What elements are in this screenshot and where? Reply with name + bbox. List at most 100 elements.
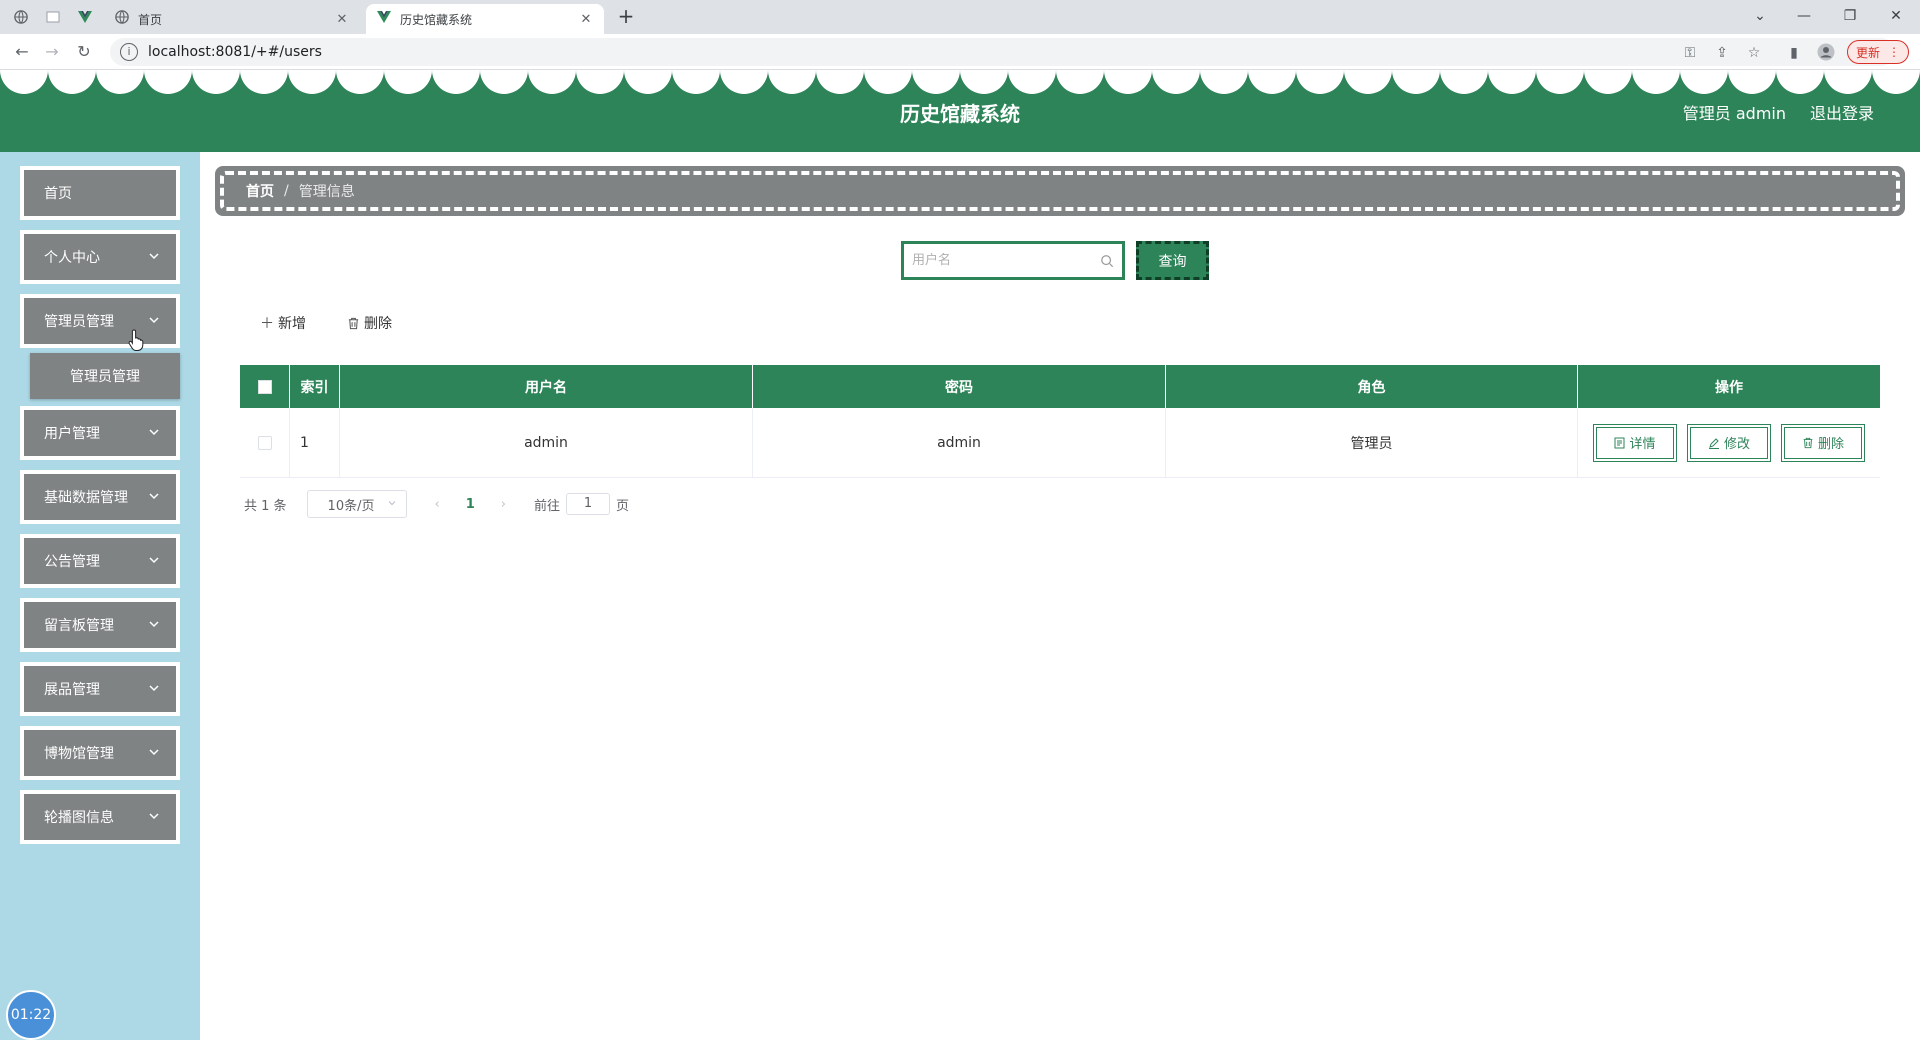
sidebar-item-label: 用户管理 bbox=[44, 426, 100, 442]
total-count: 共 1 条 bbox=[244, 498, 287, 514]
search-box[interactable] bbox=[901, 241, 1125, 280]
tab-search-icon[interactable]: ⌄ bbox=[1740, 4, 1780, 28]
cell-password: admin bbox=[753, 408, 1166, 477]
hand-cursor-icon bbox=[128, 329, 144, 351]
edit-pencil-icon bbox=[1708, 437, 1719, 449]
next-page-icon[interactable]: › bbox=[501, 497, 506, 512]
submenu-item-admin-management[interactable]: 管理员管理 bbox=[30, 353, 180, 399]
sidebar-item-basic-data[interactable]: 基础数据管理 bbox=[20, 470, 180, 524]
sidebar-item-home[interactable]: 首页 bbox=[20, 166, 180, 220]
sidebar-item-carousel[interactable]: 轮播图信息 bbox=[20, 790, 180, 844]
chevron-down-icon bbox=[149, 317, 159, 324]
url-text[interactable]: localhost:8081/+#/users bbox=[148, 44, 322, 60]
chevron-down-icon bbox=[149, 253, 159, 260]
sidebar-item-admin-management[interactable]: 管理员管理 bbox=[20, 294, 180, 348]
batch-delete-button[interactable]: 删除 bbox=[347, 312, 392, 334]
vue-logo-icon[interactable] bbox=[72, 6, 98, 28]
column-header-index: 索引 bbox=[290, 365, 340, 408]
chevron-down-icon bbox=[149, 813, 159, 820]
edit-button[interactable]: 修改 bbox=[1687, 423, 1771, 462]
detail-button[interactable]: 详情 bbox=[1593, 423, 1677, 462]
bookmark-star-icon[interactable]: ☆ bbox=[1744, 43, 1764, 63]
share-icon[interactable]: ⇪ bbox=[1712, 43, 1732, 63]
profile-icon[interactable] bbox=[1816, 43, 1836, 63]
blank-page-icon[interactable] bbox=[40, 6, 66, 28]
row-delete-button[interactable]: 删除 bbox=[1781, 423, 1865, 462]
select-all-checkbox[interactable] bbox=[257, 379, 272, 394]
admin-table: 索引 用户名 密码 角色 操作 1 admin admin 管理员 详情 修改 bbox=[240, 365, 1880, 478]
sidebar-item-label: 公告管理 bbox=[44, 554, 100, 570]
page-number[interactable]: 1 bbox=[466, 497, 475, 512]
add-label: 新增 bbox=[278, 316, 306, 332]
column-header-actions: 操作 bbox=[1715, 379, 1743, 396]
row-delete-label: 删除 bbox=[1817, 437, 1844, 452]
chevron-down-icon bbox=[388, 501, 395, 506]
chevron-down-icon bbox=[149, 493, 159, 500]
prev-page-icon[interactable]: ‹ bbox=[435, 497, 440, 512]
sidebar-item-exhibits[interactable]: 展品管理 bbox=[20, 662, 180, 716]
close-icon[interactable]: ✕ bbox=[578, 12, 594, 27]
sidebar-item-personal-center[interactable]: 个人中心 bbox=[20, 230, 180, 284]
document-icon bbox=[1614, 437, 1625, 448]
chevron-down-icon bbox=[149, 749, 159, 756]
globe-icon bbox=[114, 10, 130, 28]
trash-icon bbox=[1803, 437, 1813, 448]
sidebar-item-label: 展品管理 bbox=[44, 682, 100, 698]
detail-label: 详情 bbox=[1629, 437, 1656, 452]
sidebar-item-label: 个人中心 bbox=[44, 250, 100, 266]
goto-suffix: 页 bbox=[616, 498, 630, 514]
tab-home[interactable]: 首页 ✕ bbox=[104, 4, 360, 34]
minimize-button[interactable]: — bbox=[1784, 4, 1824, 28]
trash-icon bbox=[348, 317, 359, 329]
browser-tab-bar: 首页 ✕ 历史馆藏系统 ✕ + ⌄ — ❐ ✕ bbox=[0, 0, 1920, 34]
column-header-username: 用户名 bbox=[340, 365, 753, 408]
breadcrumb-home[interactable]: 首页 bbox=[246, 181, 274, 201]
row-select-cell bbox=[240, 408, 290, 477]
key-icon[interactable]: ⚿ bbox=[1680, 43, 1700, 63]
cell-username: admin bbox=[340, 408, 753, 477]
update-button[interactable]: 更新 ⋮ bbox=[1847, 40, 1909, 64]
page-size-select[interactable]: 10条/页 bbox=[306, 490, 407, 518]
add-button[interactable]: ＋ 新增 bbox=[260, 312, 306, 334]
sidebar-item-announcements[interactable]: 公告管理 bbox=[20, 534, 180, 588]
timer-badge[interactable]: 01:22 bbox=[6, 990, 56, 1040]
select-all-cell bbox=[240, 365, 290, 408]
new-tab-button[interactable]: + bbox=[614, 6, 638, 28]
sidebar-item-label: 博物馆管理 bbox=[44, 746, 114, 762]
back-icon[interactable]: ← bbox=[10, 40, 34, 64]
chevron-down-icon bbox=[149, 429, 159, 436]
sidebar-item-message-board[interactable]: 留言板管理 bbox=[20, 598, 180, 652]
chevron-down-icon bbox=[149, 621, 159, 628]
sidebar-item-user-management[interactable]: 用户管理 bbox=[20, 406, 180, 460]
logout-button[interactable]: 退出登录 bbox=[1810, 100, 1874, 124]
sidebar-item-museums[interactable]: 博物馆管理 bbox=[20, 726, 180, 780]
forward-icon[interactable]: → bbox=[40, 40, 64, 64]
goto-page-input[interactable]: 1 bbox=[566, 493, 611, 515]
close-icon[interactable]: ✕ bbox=[334, 12, 350, 27]
row-checkbox[interactable] bbox=[257, 435, 272, 450]
sidebar: 首页 个人中心 管理员管理 管理员管理 用户管理 基础数据管理 公告管理 留言板… bbox=[0, 152, 200, 1040]
table-row: 1 admin admin 管理员 详情 修改 删除 bbox=[240, 408, 1880, 478]
search-input[interactable] bbox=[912, 253, 1100, 268]
cell-role: 管理员 bbox=[1166, 408, 1578, 477]
sidebar-item-label: 留言板管理 bbox=[44, 618, 114, 634]
address-bar[interactable]: i localhost:8081/+#/users bbox=[110, 38, 1895, 66]
chevron-down-icon bbox=[149, 685, 159, 692]
chevron-down-icon bbox=[149, 557, 159, 564]
sidebar-item-label: 基础数据管理 bbox=[44, 490, 128, 506]
tab-history-collection[interactable]: 历史馆藏系统 ✕ bbox=[366, 4, 604, 34]
query-button[interactable]: 查询 bbox=[1136, 241, 1209, 280]
page-size-value: 10条/页 bbox=[327, 498, 375, 514]
globe-icon[interactable] bbox=[8, 6, 34, 28]
restore-button[interactable]: ❐ bbox=[1830, 4, 1870, 28]
side-panel-icon[interactable]: ▮ bbox=[1784, 43, 1804, 63]
tab-title: 历史馆藏系统 bbox=[400, 12, 473, 27]
info-icon[interactable]: i bbox=[120, 43, 138, 61]
cell-actions: 详情 修改 删除 bbox=[1578, 408, 1880, 477]
app-title: 历史馆藏系统 bbox=[900, 102, 1020, 126]
breadcrumb-current: 管理信息 bbox=[298, 184, 355, 200]
close-window-button[interactable]: ✕ bbox=[1876, 4, 1916, 28]
edit-label: 修改 bbox=[1723, 437, 1750, 452]
reload-icon[interactable]: ↻ bbox=[72, 40, 96, 64]
sidebar-item-label: 管理员管理 bbox=[44, 314, 114, 330]
